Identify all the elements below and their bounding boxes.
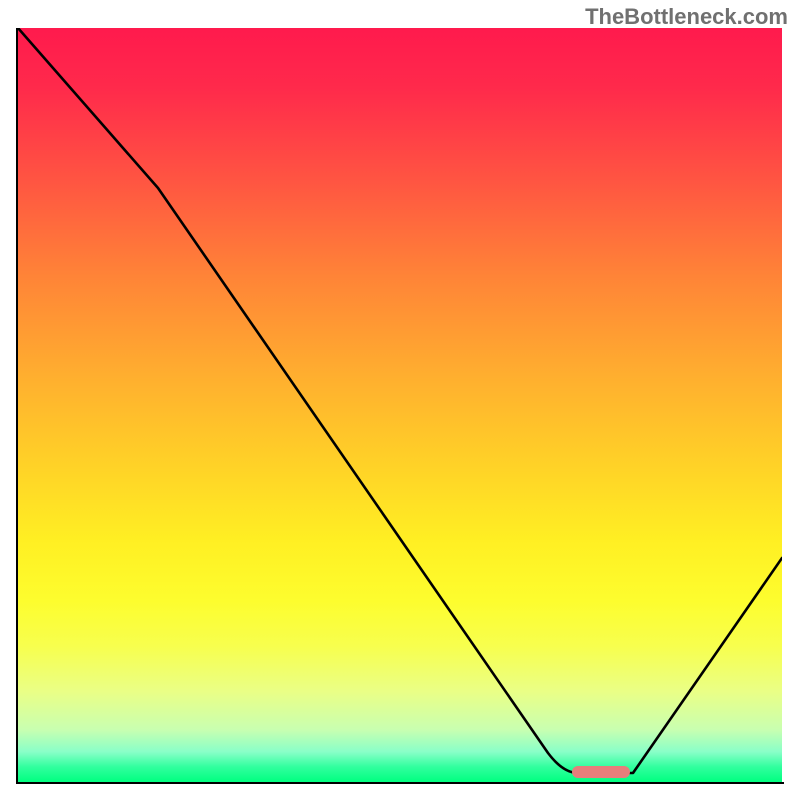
bottleneck-curve — [18, 28, 782, 782]
y-axis-line — [16, 28, 18, 784]
x-axis-line — [16, 782, 784, 784]
watermark-text: TheBottleneck.com — [585, 4, 788, 30]
plot-area — [18, 28, 782, 782]
curve-path — [18, 28, 782, 773]
optimal-marker — [572, 766, 630, 778]
